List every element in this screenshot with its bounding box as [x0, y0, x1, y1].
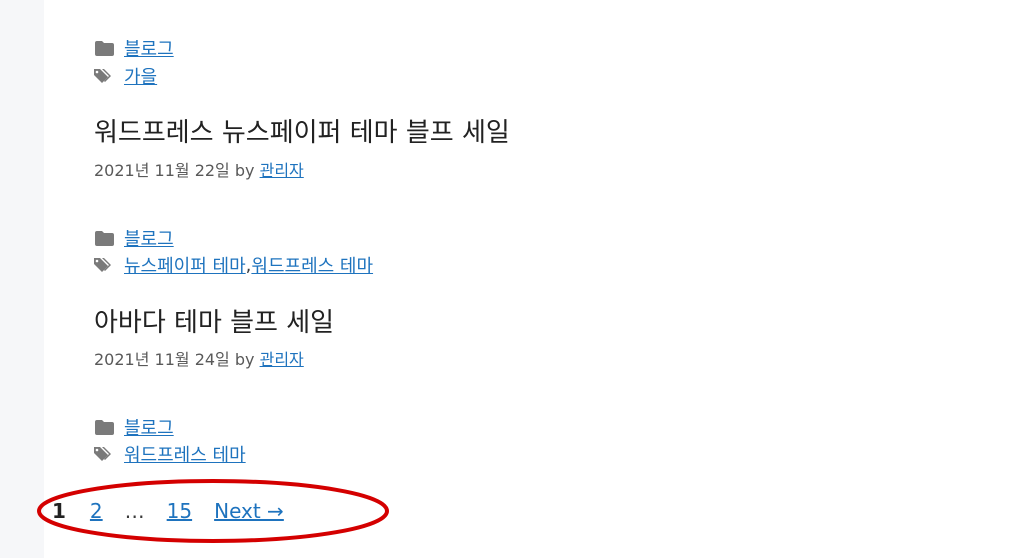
author-link[interactable]: 관리자	[260, 161, 304, 180]
main-content: 블로그 가을 워드프레스 뉴스페이퍼 테마 블프 세일 2021년 11월 22…	[44, 0, 1024, 558]
category-link[interactable]: 블로그	[124, 225, 174, 251]
tag-link[interactable]: 워드프레스 테마	[251, 252, 373, 278]
tag-link[interactable]: 가을	[124, 63, 157, 89]
tag-link[interactable]: 뉴스페이퍼 테마	[124, 252, 246, 278]
post-by: by	[234, 350, 255, 369]
tags-icon	[94, 446, 114, 462]
post-title-text[interactable]: 워드프레스 뉴스페이퍼 테마 블프 세일	[94, 118, 510, 148]
post-date: 2021년 11월 22일	[94, 161, 230, 180]
folder-icon	[94, 230, 114, 246]
tag-line: 뉴스페이퍼 테마, 워드프레스 테마	[94, 253, 373, 277]
category-link[interactable]: 블로그	[124, 35, 174, 61]
post-meta: 2021년 11월 22일 by 관리자	[94, 157, 304, 181]
post-by: by	[234, 161, 255, 180]
folder-icon	[94, 40, 114, 56]
post-date: 2021년 11월 24일	[94, 350, 230, 369]
tags-icon	[94, 68, 114, 84]
tags-icon	[94, 257, 114, 273]
post-title-text[interactable]: 아바다 테마 블프 세일	[94, 308, 334, 338]
tag-line: 가을	[94, 64, 157, 88]
left-gutter	[0, 0, 44, 558]
tag-link[interactable]: 워드프레스 테마	[124, 441, 246, 467]
author-link[interactable]: 관리자	[260, 350, 304, 369]
highlight-ellipse-annotation	[37, 479, 389, 543]
category-link[interactable]: 블로그	[124, 414, 174, 440]
post-title[interactable]: 아바다 테마 블프 세일	[94, 302, 334, 339]
folder-icon	[94, 419, 114, 435]
post-meta: 2021년 11월 24일 by 관리자	[94, 346, 304, 370]
category-line: 블로그	[94, 415, 174, 439]
tag-line: 워드프레스 테마	[94, 442, 246, 466]
post-title[interactable]: 워드프레스 뉴스페이퍼 테마 블프 세일	[94, 112, 510, 149]
category-line: 블로그	[94, 36, 174, 60]
category-line: 블로그	[94, 226, 174, 250]
